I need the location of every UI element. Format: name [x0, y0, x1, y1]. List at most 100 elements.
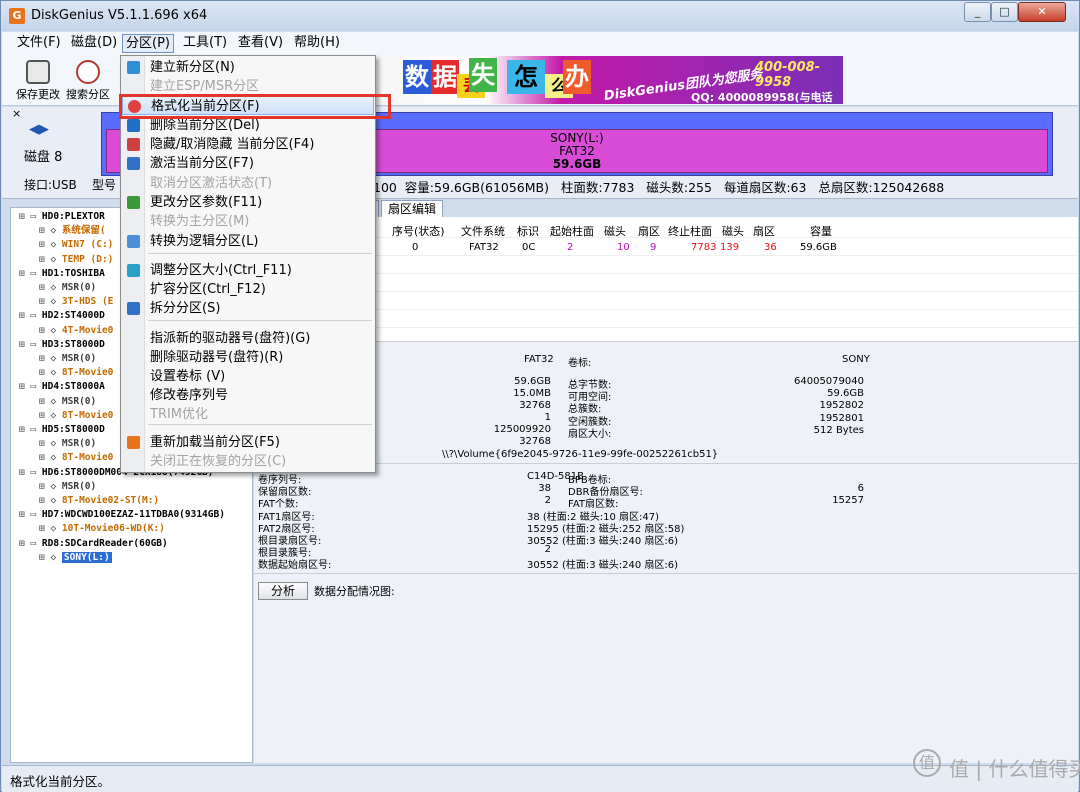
- expand-icon[interactable]: ⊞: [39, 495, 50, 506]
- close-button[interactable]: ✕: [1018, 2, 1066, 22]
- expand-icon[interactable]: ⊞: [39, 254, 50, 265]
- expand-icon[interactable]: ⊞: [39, 481, 50, 492]
- expand-icon[interactable]: ⊞: [39, 282, 50, 293]
- menu-item[interactable]: 转换为逻辑分区(L): [122, 232, 374, 251]
- tree-node[interactable]: ⊞ ◇ MSR(0): [39, 437, 96, 451]
- tree-node[interactable]: ⊞ ◇ MSR(0): [39, 480, 96, 494]
- detail-item: 30552 (柱面:3 磁头:240 扇区:6): [527, 560, 679, 572]
- expand-icon[interactable]: ⊞: [39, 239, 50, 250]
- menu-item[interactable]: 设置卷标 (V): [122, 367, 374, 386]
- expand-icon[interactable]: ⊞: [39, 438, 50, 449]
- menu-item[interactable]: 扩容分区(Ctrl_F12): [122, 280, 374, 299]
- tree-node[interactable]: ⊞ ▭ HD3:ST8000D: [19, 338, 105, 352]
- tree-node[interactable]: ⊞ ◇ SONY(L:): [39, 551, 112, 565]
- vol-label-value: SONY: [842, 354, 870, 365]
- menu-separator: [148, 320, 372, 321]
- detail-item: 15257: [832, 495, 864, 507]
- tree-node[interactable]: ⊞ ▭ HD1:TOSHIBA: [19, 267, 105, 281]
- expand-icon[interactable]: ⊞: [19, 310, 30, 321]
- tree-node-label: HD4:ST8000A: [41, 381, 105, 393]
- menu-item[interactable]: 删除驱动器号(盘符)(R): [122, 348, 374, 367]
- menu-help[interactable]: 帮助(H): [291, 34, 343, 53]
- highlight-annotation: [119, 94, 391, 119]
- tree-node[interactable]: ⊞ ◇ 4T-Movie0: [39, 324, 113, 338]
- expand-icon[interactable]: ⊞: [19, 424, 30, 435]
- expand-icon[interactable]: ⊞: [19, 509, 30, 520]
- table-header-cell: 磁头: [604, 225, 626, 238]
- menu-item[interactable]: 激活当前分区(F7): [122, 154, 374, 173]
- panel-close-icon[interactable]: ×: [12, 107, 21, 120]
- tree-node[interactable]: ⊞ ▭ HD7:WDCWD100EZAZ-11TDBA0(9314GB): [19, 508, 225, 522]
- tree-node-label: MSR(0): [61, 282, 97, 293]
- app-window: G DiskGenius V5.1.1.696 x64 _ □ ✕ 文件(F) …: [0, 0, 1080, 792]
- menu-item: TRIM优化: [122, 405, 374, 424]
- expand-icon[interactable]: ⊞: [19, 268, 30, 279]
- maximize-button[interactable]: □: [991, 2, 1018, 22]
- expand-icon[interactable]: ⊞: [19, 467, 30, 478]
- table-header-cell: 文件系统: [461, 225, 505, 238]
- tree-node-label: HD2:ST4000D: [41, 310, 105, 322]
- menu-item[interactable]: 隐藏/取消隐藏 当前分区(F4): [122, 135, 374, 154]
- expand-icon[interactable]: ⊞: [19, 381, 30, 392]
- menu-tools[interactable]: 工具(T): [180, 34, 230, 53]
- tree-node[interactable]: ⊞ ◇ MSR(0): [39, 281, 96, 295]
- menu-item[interactable]: 建立新分区(N): [122, 58, 374, 77]
- tree-node[interactable]: ⊞ ▭ HD0:PLEXTOR: [19, 210, 105, 224]
- tree-node[interactable]: ⊞ ◇ 10T-Movie06-WD(K:): [39, 522, 165, 536]
- expand-icon[interactable]: ⊞: [19, 339, 30, 350]
- partition-icon: ◇: [50, 225, 62, 237]
- search-partition-button[interactable]: 搜索分区: [62, 58, 114, 102]
- expand-icon[interactable]: ⊞: [39, 410, 50, 421]
- expand-icon[interactable]: ⊞: [39, 353, 50, 364]
- tree-node[interactable]: ⊞ ◇ 3T-HDS (E: [39, 295, 113, 309]
- expand-icon[interactable]: ⊞: [19, 211, 30, 222]
- minimize-button[interactable]: _: [964, 2, 991, 22]
- tree-node[interactable]: ⊞ ◇ MSR(0): [39, 395, 96, 409]
- banner-char: 数: [403, 60, 431, 94]
- tree-node[interactable]: ⊞ ◇ 8T-Movie0: [39, 451, 113, 465]
- expand-icon[interactable]: ⊞: [19, 538, 30, 549]
- disk-nav-arrows-icon[interactable]: ◀▶: [29, 122, 49, 137]
- menu-item[interactable]: 修改卷序列号: [122, 386, 374, 405]
- tree-node[interactable]: ⊞ ◇ TEMP (D:): [39, 253, 113, 267]
- menu-item[interactable]: 指派新的驱动器号(盘符)(G): [122, 329, 374, 348]
- expand-icon[interactable]: ⊞: [39, 396, 50, 407]
- menu-item[interactable]: 拆分分区(S): [122, 299, 374, 318]
- ad-banner[interactable]: 数 据 丢 失 怎 么 办 DiskGenius团队为您服务 400-008-9…: [373, 56, 843, 104]
- menu-disk[interactable]: 磁盘(D): [68, 34, 120, 53]
- expand-icon[interactable]: ⊞: [39, 367, 50, 378]
- analyze-button[interactable]: 分析: [258, 582, 308, 600]
- tree-node[interactable]: ⊞ ◇ 8T-Movie02-ST(M:): [39, 494, 159, 508]
- menu-item[interactable]: 调整分区大小(Ctrl_F11): [122, 261, 374, 280]
- tree-node-label: MSR(0): [61, 395, 97, 407]
- menu-view[interactable]: 查看(V): [235, 34, 286, 53]
- expand-icon[interactable]: ⊞: [39, 325, 50, 336]
- save-changes-button[interactable]: 保存更改: [12, 58, 64, 102]
- tree-node[interactable]: ⊞ ▭ HD5:ST8000D: [19, 423, 105, 437]
- tree-node[interactable]: ⊞ ▭ HD4:ST8000A: [19, 380, 105, 394]
- expand-icon[interactable]: ⊞: [39, 225, 50, 236]
- table-cell: 10: [617, 242, 630, 253]
- menu-item-label: 拆分分区(S): [150, 301, 221, 316]
- menu-item[interactable]: 重新加载当前分区(F5): [122, 433, 374, 452]
- tree-node[interactable]: ⊞ ▭ HD2:ST4000D: [19, 309, 105, 323]
- analyze-label: 数据分配情况图:: [314, 585, 395, 598]
- expand-icon[interactable]: ⊞: [39, 552, 50, 563]
- menu-partition[interactable]: 分区(P): [122, 34, 174, 53]
- tab-sector-edit[interactable]: 扇区编辑: [381, 200, 444, 218]
- detail-item: 1952802: [819, 400, 864, 412]
- expand-icon[interactable]: ⊞: [39, 296, 50, 307]
- expand-icon[interactable]: ⊞: [39, 452, 50, 463]
- menu-item[interactable]: 更改分区参数(F11): [122, 193, 374, 212]
- tree-node[interactable]: ⊞ ◇ 8T-Movie0: [39, 409, 113, 423]
- detail-item: 15.0MB: [513, 388, 551, 399]
- tree-node[interactable]: ⊞ ▭ RD8:SDCardReader(60GB): [19, 537, 168, 551]
- tree-node[interactable]: ⊞ ◇ 8T-Movie0: [39, 366, 113, 380]
- resize-icon: [127, 264, 140, 277]
- tree-node[interactable]: ⊞ ◇ MSR(0): [39, 352, 96, 366]
- tree-node[interactable]: ⊞ ◇ 系统保留(: [39, 224, 106, 238]
- expand-icon[interactable]: ⊞: [39, 523, 50, 534]
- menu-file[interactable]: 文件(F): [14, 34, 64, 53]
- tree-node[interactable]: ⊞ ◇ WIN7 (C:): [39, 238, 113, 252]
- menu-bar: 文件(F) 磁盘(D) 分区(P) 工具(T) 查看(V) 帮助(H): [2, 32, 1078, 54]
